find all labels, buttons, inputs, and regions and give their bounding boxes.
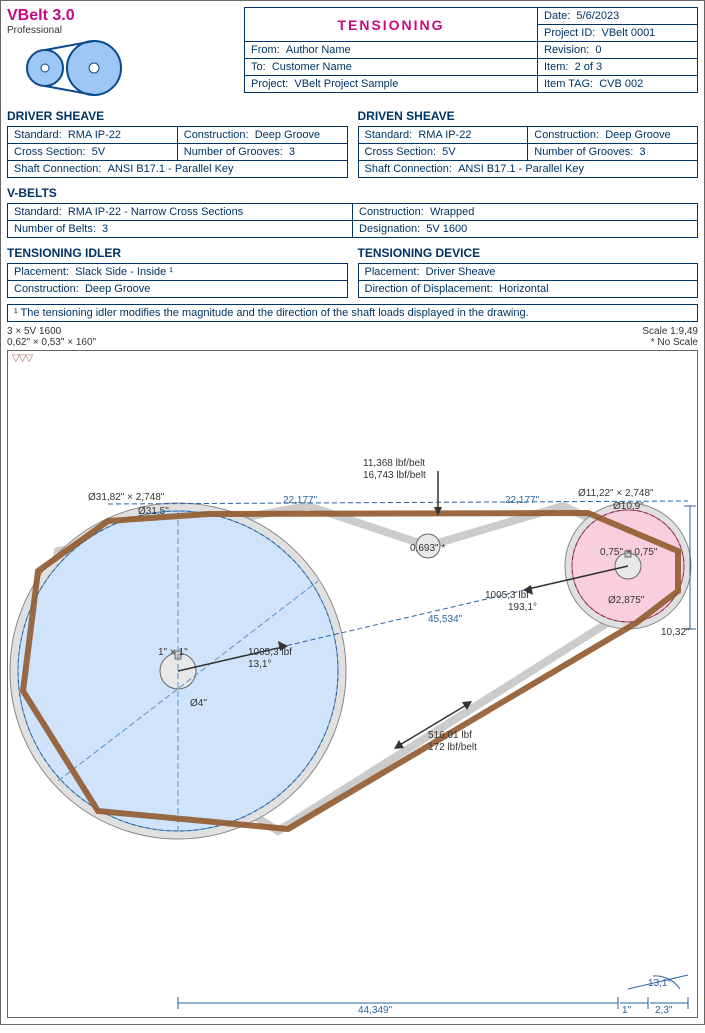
- top-span2: 22,177": [505, 495, 539, 506]
- angle-r: 193,1°: [508, 602, 537, 613]
- brand-block: VBelt 3.0 Professional: [7, 7, 244, 101]
- angle-l: 13,1°: [248, 659, 271, 670]
- table-row: Placement: Slack Side - Inside ¹: [8, 264, 348, 281]
- doc-title: TENSIONING: [245, 8, 538, 42]
- table-row: Construction: Deep Groove: [177, 127, 347, 144]
- to-cell: To: Customer Name: [245, 59, 538, 76]
- center-dist: 45,534": [428, 614, 462, 625]
- right-dim: 10,32": [661, 627, 690, 638]
- drawing-head: 3 × 5V 1600 0,62" × 0,53" × 160" Scale 1…: [7, 326, 698, 348]
- drawing-canvas: ▽▽▽: [7, 350, 698, 1018]
- date-value: 5/6/2023: [576, 10, 619, 22]
- to-label: To:: [251, 61, 266, 73]
- project-cell: Project: VBelt Project Sample: [245, 76, 538, 93]
- idler-title: TENSIONING IDLER: [7, 246, 348, 260]
- device-title: TENSIONING DEVICE: [358, 246, 699, 260]
- table-row: Shaft Connection: ANSI B17.1 - Parallel …: [8, 161, 348, 178]
- footnote: ¹ The tensioning idler modifies the magn…: [7, 304, 698, 322]
- br-angle: 13,1°: [648, 978, 671, 989]
- driven-sheave-title: DRIVEN SHEAVE: [358, 109, 699, 123]
- table-row: Designation: 5V 1600: [353, 221, 698, 238]
- table-row: Shaft Connection: ANSI B17.1 - Parallel …: [358, 161, 698, 178]
- table-row: Construction: Deep Groove: [8, 281, 348, 298]
- revision-label: Revision:: [544, 44, 589, 56]
- small-dia-outer: Ø11,22" × 2,748": [578, 488, 654, 499]
- scale-line2: * No Scale: [642, 337, 698, 348]
- to-value: Customer Name: [272, 61, 352, 73]
- bot-force1: 516,01 lbf: [428, 730, 472, 741]
- revision-cell: Revision: 0: [538, 42, 698, 59]
- small-shaft: Ø2,875": [608, 595, 644, 606]
- itemtag-value: CVB 002: [599, 78, 643, 90]
- top-force1: 11,368 lbf/belt: [363, 458, 425, 469]
- driver-sheave-title: DRIVER SHEAVE: [7, 109, 348, 123]
- sheave-row: DRIVER SHEAVE Standard: RMA IP-22 Constr…: [7, 101, 698, 178]
- app-subtitle: Professional: [7, 25, 244, 36]
- from-label: From:: [251, 44, 280, 56]
- big-dia-datum: Ø31,5": [138, 506, 169, 517]
- table-row: Number of Grooves: 3: [177, 144, 347, 161]
- from-cell: From: Author Name: [245, 42, 538, 59]
- header-meta-table: TENSIONING Date: 5/6/2023 Project ID: VB…: [244, 7, 698, 93]
- projectid-cell: Project ID: VBelt 0001: [538, 25, 698, 42]
- top-force2: 16,743 lbf/belt: [363, 470, 426, 481]
- table-row: Cross Section: 5V: [358, 144, 528, 161]
- app-title: VBelt 3.0: [7, 7, 244, 25]
- deflection: 0,693" *: [410, 543, 445, 554]
- table-row: Cross Section: 5V: [8, 144, 178, 161]
- belt-dim: 0,62" × 0,53" × 160": [7, 337, 96, 348]
- big-dia-outer: Ø31,82" × 2,748": [88, 492, 164, 503]
- projectid-label: Project ID:: [544, 27, 595, 39]
- project-label: Project:: [251, 78, 288, 90]
- header: VBelt 3.0 Professional TENSIONING Date: …: [7, 7, 698, 101]
- pulley-logo-icon: [7, 38, 127, 98]
- idler-table: Placement: Slack Side - Inside ¹ Constru…: [7, 263, 348, 298]
- header-tables: TENSIONING Date: 5/6/2023 Project ID: VB…: [244, 7, 698, 101]
- page: VBelt 3.0 Professional TENSIONING Date: …: [0, 0, 705, 1025]
- belt-symbols-icon: ▽▽▽: [12, 353, 32, 364]
- vbelts-table: Standard: RMA IP-22 - Narrow Cross Secti…: [7, 203, 698, 238]
- br-dim2: 2,3": [655, 1005, 672, 1016]
- date-label: Date:: [544, 10, 570, 22]
- scale-line1: Scale 1:9,49: [642, 326, 698, 337]
- driven-sheave-table: Standard: RMA IP-22 Construction: Deep G…: [358, 126, 699, 178]
- project-value: VBelt Project Sample: [294, 78, 398, 90]
- small-key: 0,75" × 0,75": [600, 547, 657, 558]
- bot-force2: 172 lbf/belt: [428, 742, 477, 753]
- big-shaft: Ø4": [190, 698, 207, 709]
- table-row: Placement: Driver Sheave: [358, 264, 698, 281]
- small-dia-datum: Ø10,9": [613, 501, 644, 512]
- br-dim1: 1": [622, 1005, 631, 1016]
- table-row: Number of Grooves: 3: [528, 144, 698, 161]
- driver-sheave-table: Standard: RMA IP-22 Construction: Deep G…: [7, 126, 348, 178]
- table-row: Standard: RMA IP-22 - Narrow Cross Secti…: [8, 204, 353, 221]
- device-table: Placement: Driver Sheave Direction of Di…: [358, 263, 699, 298]
- date-cell: Date: 5/6/2023: [538, 8, 698, 25]
- bottom-dim: 44,349": [358, 1005, 392, 1016]
- drawing-section: 3 × 5V 1600 0,62" × 0,53" × 160" Scale 1…: [7, 326, 698, 1018]
- tension-diagram-icon: [8, 351, 698, 1018]
- item-label: Item:: [544, 61, 568, 73]
- revision-value: 0: [595, 44, 601, 56]
- from-value: Author Name: [286, 44, 351, 56]
- top-span1: 22,177": [283, 495, 317, 506]
- table-row: Number of Belts: 3: [8, 221, 353, 238]
- force-l: 1005,3 lbf: [248, 647, 292, 658]
- vbelts-title: V-BELTS: [7, 186, 698, 200]
- itemtag-cell: Item TAG: CVB 002: [538, 76, 698, 93]
- table-row: Standard: RMA IP-22: [8, 127, 178, 144]
- table-row: Standard: RMA IP-22: [358, 127, 528, 144]
- projectid-value: VBelt 0001: [601, 27, 655, 39]
- belt-spec: 3 × 5V 1600: [7, 326, 96, 337]
- itemtag-label: Item TAG:: [544, 78, 593, 90]
- tension-row: TENSIONING IDLER Placement: Slack Side -…: [7, 238, 698, 298]
- table-row: Direction of Displacement: Horizontal: [358, 281, 698, 298]
- table-row: Construction: Deep Groove: [528, 127, 698, 144]
- item-cell: Item: 2 of 3: [538, 59, 698, 76]
- table-row: Construction: Wrapped: [353, 204, 698, 221]
- item-value: 2 of 3: [575, 61, 603, 73]
- force-r: 1005,3 lbf: [485, 590, 529, 601]
- big-key: 1" × 1": [158, 647, 188, 658]
